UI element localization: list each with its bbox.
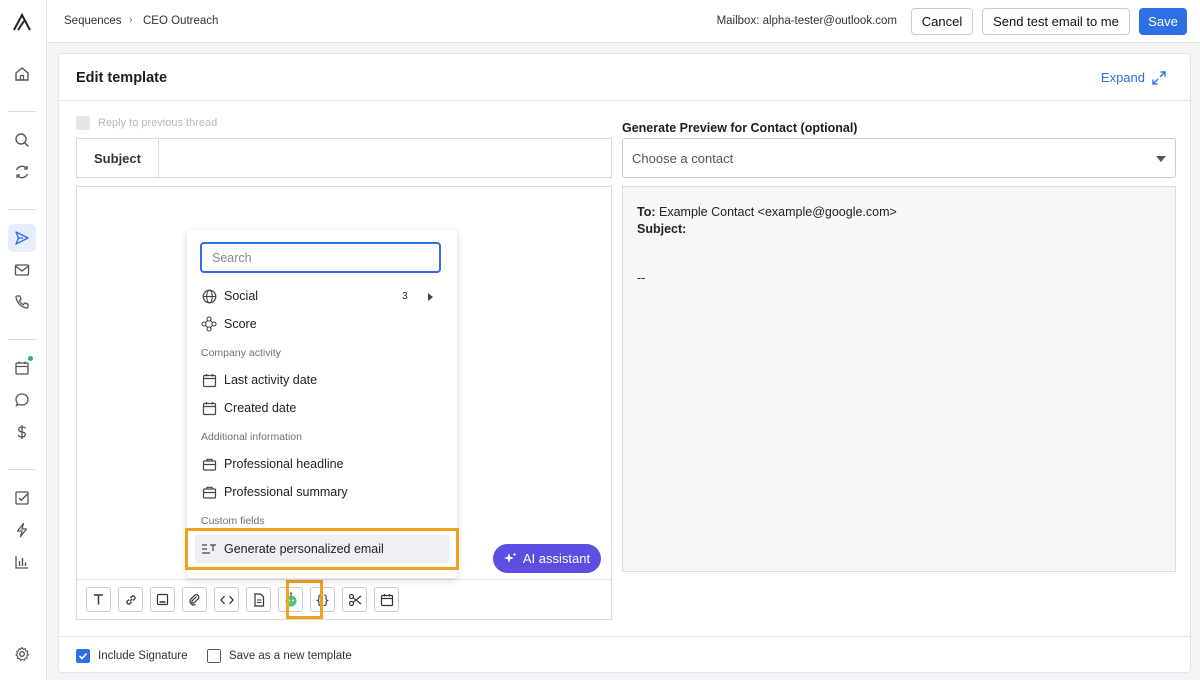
calendar-icon: [201, 372, 217, 388]
menu-item-label: Professional summary: [224, 485, 348, 499]
calendar-icon[interactable]: [8, 354, 36, 382]
sparkle-icon: [503, 552, 517, 565]
dollar-icon[interactable]: [8, 418, 36, 446]
preview-contact-label: Generate Preview for Contact (optional): [622, 121, 858, 135]
ai-assistant-label: AI assistant: [522, 551, 591, 566]
social-count-badge: 3: [402, 291, 408, 302]
menu-search-input[interactable]: [200, 242, 441, 273]
menu-item-created-date[interactable]: Created date: [201, 397, 446, 419]
section-additional-information: Additional information: [201, 431, 302, 443]
card-footer: Include Signature Save as a new template: [59, 636, 1190, 674]
mail-icon[interactable]: [8, 256, 36, 284]
save-button[interactable]: Save: [1139, 8, 1187, 35]
text-format-icon[interactable]: [86, 587, 111, 612]
menu-item-professional-summary[interactable]: Professional summary: [201, 481, 446, 503]
top-bar: Sequences › CEO Outreach Mailbox: alpha-…: [47, 0, 1200, 43]
reply-thread-option: Reply to previous thread: [76, 116, 217, 130]
submenu-arrow-icon: [428, 293, 433, 301]
breadcrumb-current: CEO Outreach: [143, 15, 219, 27]
reply-thread-checkbox: [76, 116, 90, 130]
code-icon[interactable]: [214, 587, 239, 612]
notification-dot: [28, 356, 33, 361]
menu-item-label: Last activity date: [224, 373, 318, 387]
link-icon[interactable]: [118, 587, 143, 612]
preview-to-value: Example Contact <example@google.com>: [659, 205, 897, 219]
nav-divider: [8, 209, 36, 210]
choose-contact-select[interactable]: Choose a contact: [622, 138, 1176, 178]
menu-item-label: Created date: [224, 401, 297, 415]
breadcrumb-sequences[interactable]: Sequences: [64, 15, 122, 27]
score-icon: [201, 316, 217, 332]
sync-icon[interactable]: [8, 158, 36, 186]
send-test-email-button[interactable]: Send test email to me: [982, 8, 1130, 35]
breadcrumb-chevron-icon: ›: [129, 14, 133, 26]
preview-signature-separator: --: [637, 271, 646, 285]
preview-to-label: To:: [637, 205, 656, 219]
save-new-template-option[interactable]: Save as a new template: [207, 649, 352, 663]
phone-icon[interactable]: [8, 288, 36, 316]
save-new-template-label: Save as a new template: [229, 650, 352, 662]
attachment-icon[interactable]: [182, 587, 207, 612]
email-preview-pane: To: Example Contact <example@google.com>…: [622, 186, 1176, 572]
include-signature-option[interactable]: Include Signature: [76, 649, 188, 663]
generate-email-highlight: [185, 528, 459, 570]
bolt-icon[interactable]: [8, 516, 36, 544]
document-icon[interactable]: [246, 587, 271, 612]
save-new-template-checkbox[interactable]: [207, 649, 221, 663]
expand-button[interactable]: Expand: [1101, 70, 1166, 85]
choose-contact-placeholder: Choose a contact: [632, 150, 734, 166]
edit-template-card: Edit template Expand Reply to previous t…: [58, 53, 1191, 673]
subject-input[interactable]: [160, 139, 611, 177]
card-header: Edit template Expand: [59, 54, 1190, 101]
nav-divider: [8, 339, 36, 340]
preview-subject-label: Subject:: [637, 222, 687, 236]
variables-menu: Social 3 Score Company activity Last act…: [187, 230, 457, 578]
menu-item-score[interactable]: Score: [201, 313, 446, 335]
page-title: Edit template: [76, 70, 168, 86]
briefcase-icon: [201, 484, 217, 500]
search-icon[interactable]: [8, 126, 36, 154]
section-company-activity: Company activity: [201, 347, 281, 359]
preview-subject-line: Subject:: [637, 222, 686, 236]
caret-down-icon: [1156, 156, 1166, 162]
expand-label: Expand: [1100, 70, 1145, 85]
include-signature-label: Include Signature: [98, 650, 188, 662]
schedule-calendar-icon[interactable]: [374, 587, 399, 612]
calendar-icon: [201, 400, 217, 416]
nav-divider: [8, 469, 36, 470]
home-icon[interactable]: [8, 60, 36, 88]
menu-item-social[interactable]: Social: [201, 285, 446, 307]
expand-icon: [1152, 70, 1166, 85]
checkbox-icon[interactable]: [8, 484, 36, 512]
editor-toolbar: {}: [77, 579, 611, 619]
menu-item-last-activity-date[interactable]: Last activity date: [201, 369, 446, 391]
include-signature-checkbox[interactable]: [76, 649, 90, 663]
side-nav: [0, 0, 47, 680]
menu-item-label: Social: [224, 289, 259, 303]
preview-to-line: To: Example Contact <example@google.com>: [637, 205, 897, 219]
subject-label: Subject: [77, 139, 159, 177]
menu-item-professional-headline[interactable]: Professional headline: [201, 453, 446, 475]
menu-item-label: Professional headline: [224, 457, 344, 471]
briefcase-icon: [201, 456, 217, 472]
reply-thread-label: Reply to previous thread: [98, 117, 218, 129]
ai-assistant-button[interactable]: AI assistant: [493, 544, 601, 573]
logo-icon[interactable]: [8, 8, 36, 36]
subject-field: Subject: [76, 138, 612, 178]
gear-icon[interactable]: [8, 640, 36, 668]
section-custom-fields: Custom fields: [201, 515, 265, 527]
mailbox-label: Mailbox: alpha-tester@outlook.com: [716, 15, 897, 27]
send-icon[interactable]: [8, 224, 36, 252]
nav-divider: [8, 111, 36, 112]
chat-icon[interactable]: [8, 386, 36, 414]
menu-item-label: Score: [224, 317, 257, 331]
cancel-button[interactable]: Cancel: [911, 8, 973, 35]
globe-icon: [201, 288, 217, 304]
variables-button-highlight: [286, 580, 323, 619]
scissors-icon[interactable]: [342, 587, 367, 612]
image-icon[interactable]: [150, 587, 175, 612]
bar-chart-icon[interactable]: [8, 548, 36, 576]
